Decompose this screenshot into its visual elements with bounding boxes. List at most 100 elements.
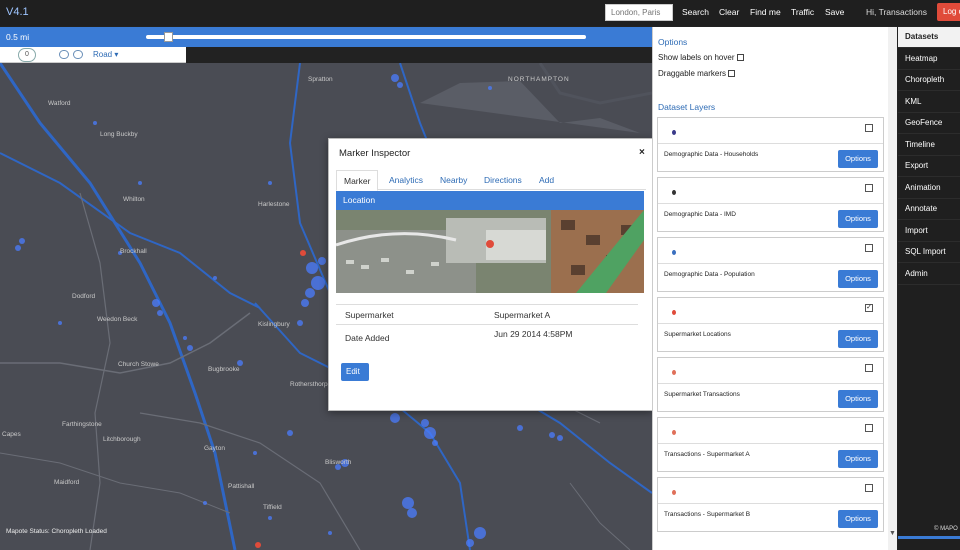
top-bar: V4.1 Search Clear Find me Traffic Save H… — [0, 0, 960, 26]
town-label: NORTHAMPTON — [508, 76, 570, 83]
location-header: Location — [336, 191, 644, 210]
tab-analytics[interactable]: Analytics — [389, 175, 423, 185]
dataset-options-button[interactable]: Options — [838, 330, 878, 348]
town-label: Whilton — [123, 196, 145, 203]
app-version: V4.1 — [6, 6, 29, 18]
detail-value: Jun 29 2014 4:58PM — [494, 329, 573, 339]
town-label: Blisworth — [325, 459, 352, 466]
tab-nearby[interactable]: Nearby — [440, 175, 467, 185]
town-label: Harlestone — [258, 201, 290, 208]
dataset-options-button[interactable]: Options — [838, 450, 878, 468]
dataset-options-button[interactable]: Options — [838, 270, 878, 288]
logout-button[interactable]: Log o — [937, 3, 960, 21]
option-label: Show labels on hover — [658, 53, 735, 62]
map-pin-icon — [672, 430, 676, 435]
option-draggable-markers[interactable]: Draggable markers — [658, 69, 736, 78]
edit-button[interactable]: Edit — [341, 363, 369, 381]
nav-item-animation[interactable]: Animation — [898, 178, 960, 199]
checkbox[interactable] — [728, 70, 736, 78]
dataset-card: Demographic Data - Population Options — [657, 237, 884, 292]
dataset-options-button[interactable]: Options — [838, 510, 878, 528]
town-label: Litchborough — [103, 436, 141, 443]
aerial-photo — [336, 210, 644, 293]
detail-value: Supermarket A — [494, 310, 551, 320]
dialog-title: Marker Inspector — [339, 148, 411, 159]
traffic-button[interactable]: Traffic — [791, 7, 814, 17]
nav-item-import[interactable]: Import — [898, 221, 960, 242]
nav-item-kml[interactable]: KML — [898, 92, 960, 113]
town-label: Farthingstone — [62, 421, 102, 428]
distance-bar: 0.5 mi — [0, 27, 652, 47]
search-button[interactable]: Search — [682, 7, 709, 17]
app-window: V4.1 Search Clear Find me Traffic Save H… — [0, 0, 960, 550]
dataset-checkbox[interactable] — [865, 364, 873, 372]
map-pin-icon — [672, 250, 676, 255]
dataset-checkbox[interactable] — [865, 424, 873, 432]
zoom-control-icon[interactable]: 0 — [18, 48, 36, 62]
map-pin-icon — [672, 490, 676, 495]
nav-item-heatmap[interactable]: Heatmap — [898, 49, 960, 70]
panel-scrollbar[interactable] — [888, 27, 897, 550]
close-icon[interactable]: × — [639, 147, 645, 158]
dataset-card: Demographic Data - Households Options — [657, 117, 884, 172]
town-label: Long Buckby — [100, 131, 138, 138]
town-label: Gayton — [204, 445, 225, 452]
chevron-down-icon[interactable]: ▼ — [889, 530, 896, 537]
map-pin-icon — [672, 130, 676, 135]
town-label: Rothersthorpe — [290, 381, 332, 388]
map-controls: 0 Road ▾ — [0, 47, 186, 63]
option-show-labels[interactable]: Show labels on hover — [658, 53, 744, 62]
nav-item-annotate[interactable]: Annotate — [898, 199, 960, 220]
nav-item-datasets[interactable]: Datasets — [898, 27, 960, 48]
nav-item-sql-import[interactable]: SQL Import — [898, 242, 960, 263]
tab-directions[interactable]: Directions — [484, 175, 522, 185]
detail-row-supermarket: Supermarket Supermarket A — [336, 304, 638, 320]
town-label: Watford — [48, 100, 71, 107]
dataset-checkbox[interactable] — [865, 184, 873, 192]
tab-marker[interactable]: Marker — [336, 170, 378, 191]
nav-item-timeline[interactable]: Timeline — [898, 135, 960, 156]
map-pin-icon — [672, 310, 676, 315]
town-label: Dodford — [72, 293, 96, 300]
marker-inspector-dialog: Marker Inspector × Marker Analytics Near… — [328, 138, 653, 411]
basemap-select[interactable]: Road ▾ — [93, 50, 118, 59]
nav-item-export[interactable]: Export — [898, 156, 960, 177]
location-search-input[interactable] — [605, 4, 673, 21]
side-nav: Datasets Heatmap Choropleth KML GeoFence Time… — [898, 27, 960, 550]
comment-icon[interactable] — [59, 50, 69, 59]
dataset-options-button[interactable]: Options — [838, 150, 878, 168]
nav-item-choropleth[interactable]: Choropleth — [898, 70, 960, 91]
clear-button[interactable]: Clear — [719, 7, 739, 17]
nav-item-admin[interactable]: Admin — [898, 264, 960, 285]
town-label: Tiffield — [263, 504, 282, 511]
map-status: Mapote Status: Choropleth Loaded — [6, 528, 107, 535]
dataset-checkbox[interactable]: ✓ — [865, 304, 873, 312]
distance-slider[interactable] — [146, 35, 586, 39]
nav-accent-bar — [898, 536, 960, 539]
dataset-options-button[interactable]: Options — [838, 390, 878, 408]
option-label: Draggable markers — [658, 69, 727, 78]
dataset-checkbox[interactable] — [865, 244, 873, 252]
dataset-layers-heading: Dataset Layers — [658, 102, 716, 112]
dataset-options-button[interactable]: Options — [838, 210, 878, 228]
town-label: Brockhall — [120, 248, 147, 255]
town-label: Spratton — [308, 76, 333, 83]
dataset-checkbox[interactable] — [865, 484, 873, 492]
checkbox[interactable] — [736, 54, 744, 62]
town-label: Weedon Beck — [97, 316, 138, 323]
inspector-tabs: Marker Analytics Nearby Directions Add — [336, 170, 646, 191]
find-me-button[interactable]: Find me — [750, 7, 781, 17]
town-label: Capes — [2, 431, 21, 438]
nav-item-geofence[interactable]: GeoFence — [898, 113, 960, 134]
copyright: © MAPO — [934, 526, 958, 532]
distance-slider-handle[interactable] — [163, 32, 173, 42]
detail-label: Supermarket — [345, 310, 394, 320]
town-label: Maidford — [54, 479, 80, 486]
user-greeting[interactable]: Hi, Transactions — [866, 7, 927, 17]
save-button[interactable]: Save — [825, 7, 844, 17]
dataset-panel: Options Show labels on hover Draggable m… — [652, 27, 897, 550]
dataset-checkbox[interactable] — [865, 124, 873, 132]
chat-icon[interactable] — [73, 50, 83, 59]
tab-add[interactable]: Add — [539, 175, 554, 185]
dataset-card: Transactions - Supermarket B Options — [657, 477, 884, 532]
